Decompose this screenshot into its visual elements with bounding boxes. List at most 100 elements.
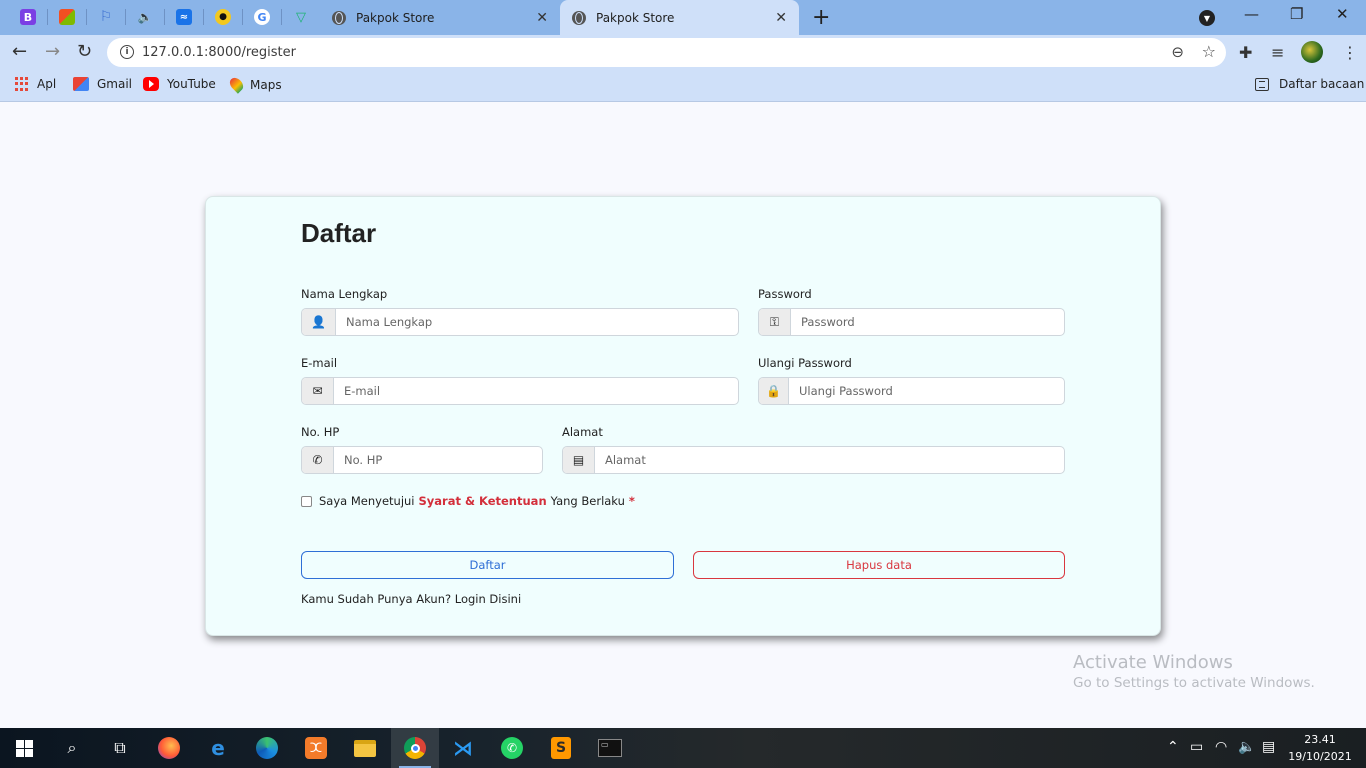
task-view-icon[interactable]: ⧉ [108, 736, 132, 760]
minimize-button[interactable]: — [1244, 5, 1259, 23]
forward-button[interactable]: → [45, 41, 60, 62]
watermark-subtitle: Go to Settings to activate Windows. [1073, 675, 1315, 691]
pinned-tab-teams[interactable] [56, 6, 78, 28]
page-title: Daftar [301, 218, 377, 248]
back-button[interactable]: ← [12, 41, 27, 62]
battery-icon[interactable]: ▭ [1190, 739, 1203, 755]
pinned-tab-bootstrap[interactable]: B [17, 6, 39, 28]
tab-separator [86, 9, 87, 25]
daftar-button[interactable]: Daftar [301, 551, 674, 579]
login-link[interactable]: Kamu Sudah Punya Akun? Login Disini [301, 592, 521, 606]
bookmark-maps[interactable]: Maps [227, 75, 282, 94]
close-tab-icon[interactable]: ✕ [775, 10, 787, 26]
restore-button[interactable]: ❐ [1290, 5, 1303, 23]
envelope-icon: ✉ [302, 378, 334, 404]
watermark-title: Activate Windows [1073, 652, 1233, 673]
reading-list-button[interactable]: Daftar bacaan [1255, 77, 1364, 91]
edge-legacy-icon[interactable]: e [206, 736, 230, 760]
file-explorer-icon[interactable] [353, 736, 377, 760]
tab-search-icon[interactable]: ▼ [1199, 10, 1215, 26]
required-asterisk: * [628, 494, 635, 508]
lock-icon: 🔒 [759, 378, 789, 404]
reading-list-icon [1255, 77, 1269, 91]
url-text[interactable]: 127.0.0.1:8000/register [142, 45, 296, 60]
pinned-tab-vuetify[interactable]: ▽ [290, 6, 312, 28]
hapus-data-button[interactable]: Hapus data [693, 551, 1065, 579]
reload-button[interactable]: ↻ [77, 41, 92, 62]
bookmark-star-icon[interactable]: ☆ [1202, 42, 1216, 61]
firefox-icon[interactable] [157, 736, 181, 760]
menu-kebab-icon[interactable]: ⋮ [1342, 43, 1358, 62]
address-bar[interactable]: i 127.0.0.1:8000/register ⊖ ☆ [107, 38, 1226, 67]
media-control-icon[interactable]: ≡ [1271, 43, 1284, 62]
vscode-icon[interactable]: ⋊ [451, 736, 475, 760]
clock-time: 23.41 [1304, 733, 1336, 746]
tab-separator [47, 9, 48, 25]
pinned-tab-messenger[interactable]: ≈ [173, 6, 195, 28]
password-field: ⚿ [758, 308, 1065, 336]
terms-checkbox[interactable] [301, 495, 312, 507]
email-field: ✉ [301, 377, 739, 405]
start-button[interactable] [12, 736, 36, 760]
terms-prefix: Saya Menyetujui [319, 494, 415, 508]
password-label: Password [758, 287, 812, 301]
zoom-icon[interactable]: ⊖ [1171, 43, 1184, 61]
ulangi-password-label: Ulangi Password [758, 356, 852, 370]
alamat-input[interactable] [595, 447, 1064, 473]
tab-pakpok-store-2[interactable]: Pakpok Store ✕ [560, 0, 799, 35]
bookmark-apps[interactable]: Apl [15, 77, 56, 91]
volume-icon[interactable]: 🔈 [1238, 739, 1255, 755]
tab-pakpok-store-1[interactable]: Pakpok Store ✕ [320, 0, 560, 35]
tab-title: Pakpok Store [596, 10, 675, 25]
apps-grid-icon [15, 77, 29, 91]
tab-separator [125, 9, 126, 25]
key-icon: ⚿ [759, 309, 791, 335]
clock-date: 19/10/2021 [1288, 750, 1352, 763]
notifications-icon[interactable]: ▤ [1262, 739, 1275, 755]
search-icon[interactable]: ⌕ [60, 736, 84, 760]
bookmark-label: Apl [37, 77, 57, 91]
wifi-icon[interactable]: ◠ [1215, 739, 1227, 755]
email-label: E-mail [301, 356, 338, 370]
bookmark-label: Maps [250, 77, 282, 92]
xampp-icon[interactable]: ⵋ [304, 736, 328, 760]
ulangi-password-input[interactable] [789, 378, 1064, 404]
pinned-tab-batman[interactable]: ● [212, 6, 234, 28]
tab-separator [281, 9, 282, 25]
terms-agreement: Saya Menyetujui Syarat & Ketentuan Yang … [301, 494, 635, 508]
chrome-icon[interactable] [391, 728, 439, 768]
nama-lengkap-input[interactable] [336, 309, 738, 335]
pinned-tab-flag[interactable]: ⚐ [95, 6, 117, 28]
audio-icon: 🔈 [137, 10, 153, 24]
globe-icon [332, 10, 346, 25]
bookmark-youtube[interactable]: YouTube [143, 77, 216, 91]
windows-taskbar: ⌕ ⧉ e ⵋ ⋊ ✆ S ▭ ⌃ ▭ ◠ 🔈 ▤ [0, 728, 1366, 768]
terms-link[interactable]: Syarat & Ketentuan [419, 494, 547, 508]
pinned-tab-audio[interactable]: 🔈 [134, 6, 156, 28]
pinned-tab-google[interactable]: G [251, 6, 273, 28]
password-input[interactable] [791, 309, 1064, 335]
bookmark-gmail[interactable]: Gmail [73, 77, 132, 91]
alamat-label: Alamat [562, 425, 603, 439]
terminal-icon[interactable]: ▭ [598, 736, 622, 760]
no-hp-label: No. HP [301, 425, 340, 439]
site-info-icon[interactable]: i [120, 45, 134, 59]
google-icon: G [254, 9, 270, 25]
bootstrap-icon: B [20, 9, 36, 25]
no-hp-input[interactable] [334, 447, 542, 473]
edge-icon[interactable] [255, 736, 279, 760]
phone-icon: ✆ [302, 447, 334, 473]
whatsapp-icon[interactable]: ✆ [500, 736, 524, 760]
close-window-button[interactable]: ✕ [1336, 5, 1349, 23]
close-tab-icon[interactable]: ✕ [536, 10, 548, 26]
email-input[interactable] [334, 378, 738, 404]
taskbar-clock[interactable]: 23.41 19/10/2021 [1288, 731, 1352, 765]
profile-avatar[interactable] [1301, 41, 1323, 63]
show-hidden-icons[interactable]: ⌃ [1167, 739, 1179, 755]
tab-separator [164, 9, 165, 25]
extensions-puzzle-icon[interactable]: ✚ [1239, 43, 1252, 62]
new-tab-button[interactable]: + [812, 5, 830, 30]
windows-logo-icon [15, 739, 33, 757]
tab-title: Pakpok Store [356, 10, 435, 25]
sublime-icon[interactable]: S [549, 736, 573, 760]
